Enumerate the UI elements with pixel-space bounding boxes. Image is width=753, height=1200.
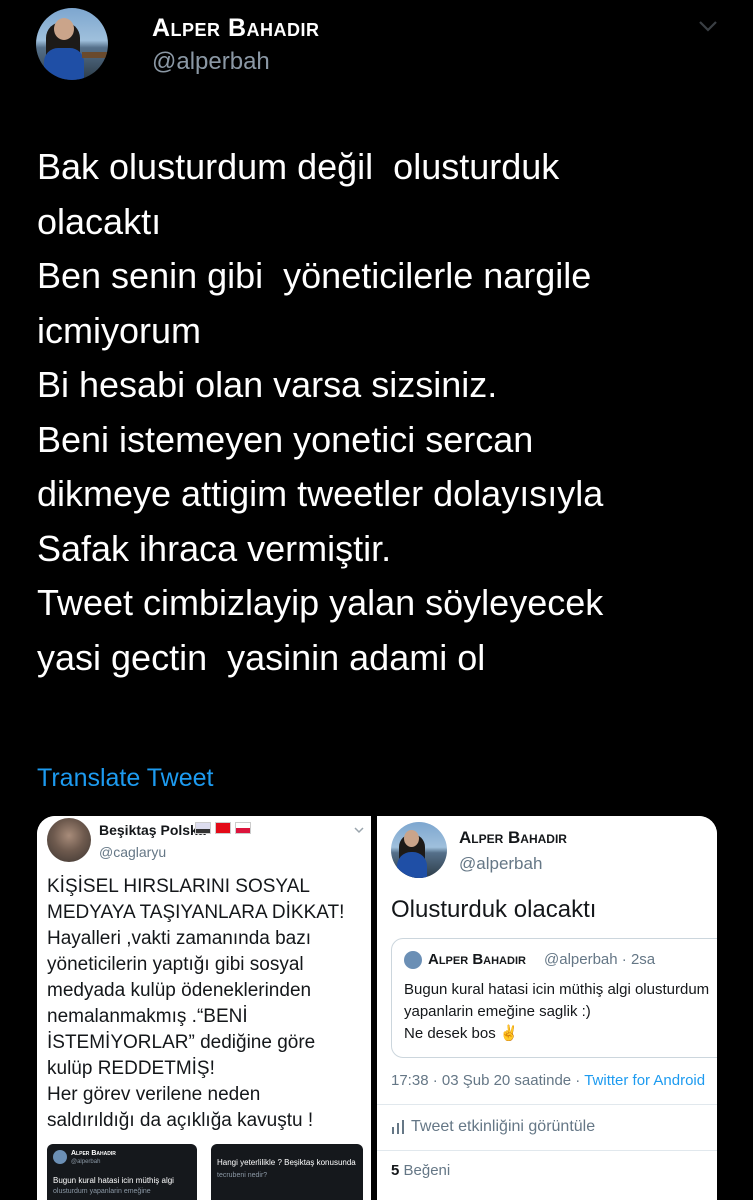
media-image-right[interactable]: Alper Bahadır @alperbah Olusturduk olaca… [377, 816, 717, 1200]
turkey-flag-icon [215, 822, 231, 834]
tweet-line: olacaktı [37, 200, 162, 242]
quoted-line: kulüp REDDETMİŞ! [47, 1058, 215, 1079]
quoted-line: saldırıldığı da açıklığa kavuştu ! [47, 1110, 314, 1131]
quoted-line: yöneticilerin yaptığı gibi sosyal [47, 954, 304, 975]
quoted-text: KİŞİSEL HIRSLARINI SOSYAL MEDYAYA TAŞIYA… [47, 874, 367, 1134]
quoted-line: Bugun kural hatasi icin müthiş algi olus… [404, 981, 710, 998]
tweet-line: icmiyorum [37, 309, 202, 351]
divider [377, 1104, 717, 1105]
embedded-thumbnail: Hangi yeterlilikle ? Beşiktaş konusunda … [211, 1144, 363, 1200]
thumb-text: tecrubeni nedir? [217, 1172, 268, 1179]
thumb-handle: @alperbah [71, 1159, 101, 1165]
shot-author-handle: @alperbah [459, 854, 543, 873]
avatar [391, 822, 447, 878]
thumb-name: Alper Bahadır [71, 1150, 116, 1157]
tweet-line: Bi hesabi olan varsa sizsiniz. [37, 364, 498, 405]
avatar-shirt [44, 48, 84, 80]
chevron-down-icon[interactable] [696, 14, 720, 38]
quoted-name: Beşiktaş Polska [99, 822, 206, 838]
quoted-line: Hayalleri ,vakti zamanında bazı [47, 928, 312, 949]
likes-label: Beğeni [399, 1162, 451, 1179]
tweet-line: Ben senin gibi yöneticilerle nargile [37, 255, 592, 296]
quoted-tweet-card: Alper Bahadır @alperbah · 2sa Bugun kura… [391, 938, 717, 1058]
quoted-line: Her görev verilene neden [47, 1084, 261, 1105]
timestamp-line: 17:38 · 03 Şub 20 saatinde · Twitter for… [391, 1072, 705, 1089]
quoted-text: Bugun kural hatasi icin müthiş algi olus… [404, 979, 709, 1045]
quoted-line: KİŞİSEL HIRSLARINI SOSYAL [47, 876, 310, 897]
thumb-text: Hangi yeterlilikle ? Beşiktaş konusunda [217, 1158, 356, 1167]
avatar-shirt [397, 852, 427, 878]
translate-tweet-link[interactable]: Translate Tweet [37, 764, 213, 793]
chevron-down-icon [354, 827, 364, 834]
shot-tweet-text: Olusturduk olacaktı [391, 896, 597, 923]
avatar-head [404, 830, 419, 847]
timestamp: 17:38 · 03 Şub 20 saatinde · [391, 1072, 585, 1089]
shot-author-name: Alper Bahadır [459, 828, 567, 847]
thumb-text: olusturdum yapanlarin emeğine [53, 1188, 151, 1195]
tweet-line: Beni istemeyen yonetici sercan [37, 418, 534, 460]
tweet-line: Bak olusturdum değil olusturduk [37, 146, 560, 187]
avatar [404, 951, 422, 969]
tweet-line: Tweet cimbizlayip yalan söyleyecek [37, 582, 604, 623]
poland-flag-icon [235, 822, 251, 834]
flag-emojis [195, 822, 251, 834]
avatar-table [82, 52, 108, 58]
tweet-activity-label: Tweet etkinliğini görüntüle [411, 1118, 596, 1135]
quoted-avatar [47, 818, 91, 862]
quoted-line: MEDYAYA TAŞIYANLARA DİKKAT! [47, 902, 345, 923]
avatar [53, 1150, 67, 1164]
thumb-text: Bugun kural hatasi icin müthiş algi [53, 1176, 174, 1185]
tweet-line: dikmeye attigim tweetler dolayısıyla [37, 473, 604, 514]
quoted-handle: @caglaryu [99, 844, 167, 860]
likes-count: 5 Beğeni [391, 1162, 450, 1179]
quoted-line: nemalanmakmış .“BENİ [47, 1006, 248, 1027]
client-label: Twitter for Android [584, 1072, 706, 1089]
tweet-line: Safak ihraca vermiştir. [37, 527, 392, 569]
media-image-left[interactable]: Beşiktaş Polska @caglaryu KİŞİSEL HIRSLA… [37, 816, 371, 1200]
tweet-media[interactable]: Beşiktaş Polska @caglaryu KİŞİSEL HIRSLA… [37, 816, 717, 1200]
embedded-thumbnail: Alper Bahadır @alperbah Bugun kural hata… [47, 1144, 197, 1200]
ship-icon [195, 822, 211, 834]
quoted-meta: @alperbah · 2sa [544, 951, 656, 968]
avatar-head [54, 18, 74, 40]
author-name[interactable]: Alper Bahadır [152, 14, 320, 43]
author-handle[interactable]: @alperbah [152, 48, 270, 76]
quoted-line: İSTEMİYORLAR” dediğine göre [47, 1032, 316, 1053]
quoted-line: yapanlarin emeğine saglik :) [404, 1003, 591, 1020]
quoted-name: Alper Bahadır [428, 951, 526, 968]
tweet-text: Bak olusturdum değil olusturduk olacaktı… [37, 140, 727, 685]
author-avatar[interactable] [36, 8, 108, 80]
quoted-line: Ne desek bos ✌️ [404, 1025, 519, 1042]
tweet-line: yasi gectin yasinin adami ol [37, 636, 486, 678]
analytics-icon [392, 1120, 404, 1134]
quoted-line: medyada kulüp ödeneklerinden [47, 980, 312, 1001]
divider [377, 1150, 717, 1151]
